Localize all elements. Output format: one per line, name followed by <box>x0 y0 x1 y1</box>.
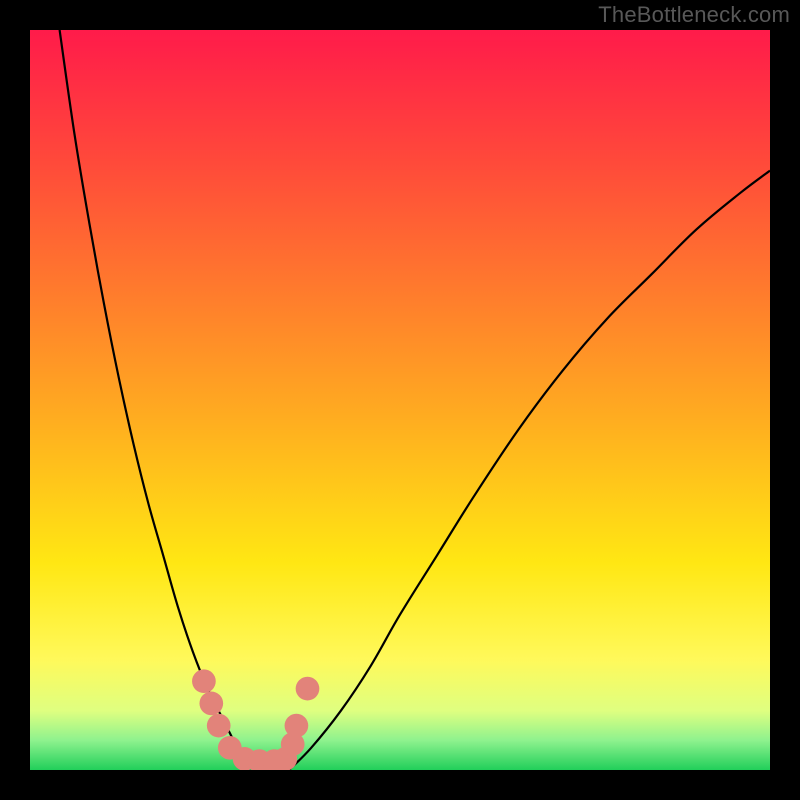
watermark-text: TheBottleneck.com <box>598 2 790 28</box>
plot-area <box>30 30 770 770</box>
data-marker <box>192 669 216 693</box>
chart-svg <box>30 30 770 770</box>
data-marker <box>285 714 309 738</box>
right-curve <box>289 171 770 770</box>
data-marker <box>207 714 231 738</box>
marker-group <box>192 669 319 770</box>
data-marker <box>296 677 320 701</box>
chart-frame: TheBottleneck.com <box>0 0 800 800</box>
data-marker <box>199 692 223 716</box>
left-curve <box>60 30 249 770</box>
